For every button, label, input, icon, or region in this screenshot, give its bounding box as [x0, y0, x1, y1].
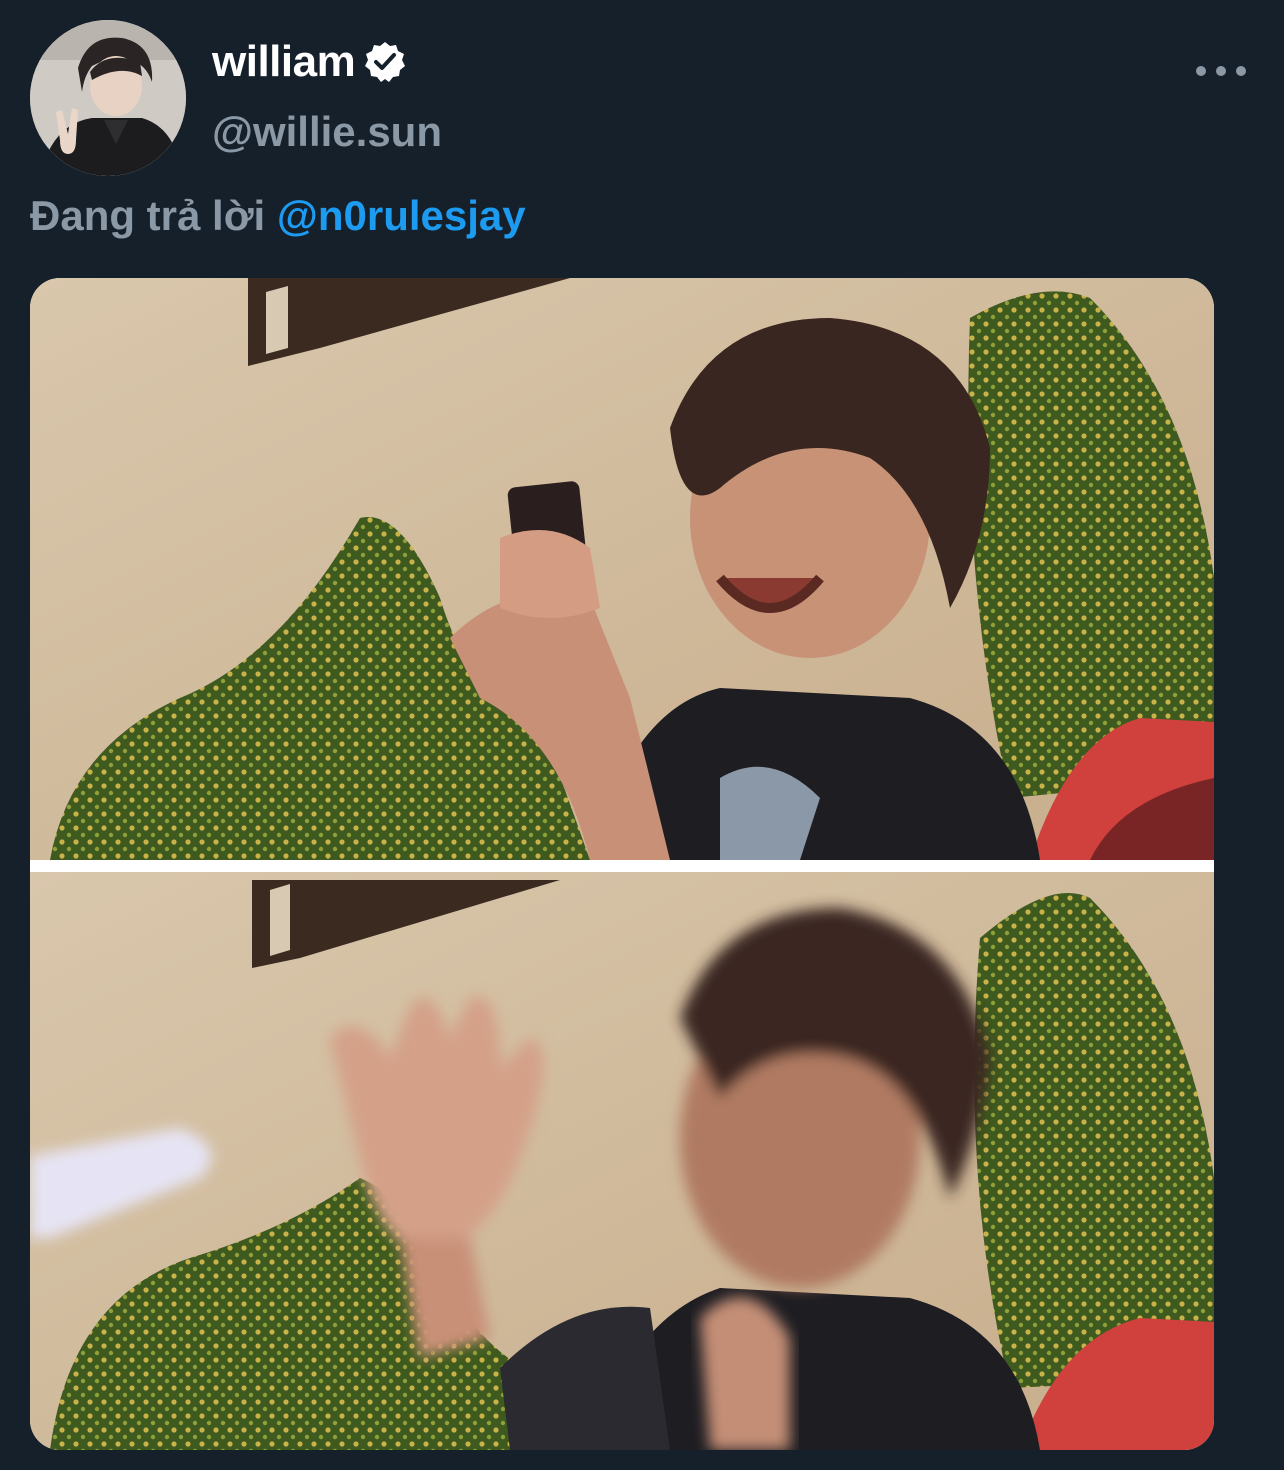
meme-illustration [30, 278, 1214, 1450]
meme-panel-top [30, 278, 1214, 860]
verified-badge-icon [365, 42, 406, 82]
meme-panel-divider [30, 860, 1214, 872]
avatar-image [30, 20, 186, 176]
tweet: william @willie.sun Đang trả lời @n0rule… [0, 0, 1284, 1470]
more-dot [1216, 66, 1226, 76]
replying-to-label: Đang trả lời [30, 192, 266, 239]
more-options-icon[interactable] [1196, 58, 1246, 84]
author-name-row[interactable]: william [212, 34, 407, 90]
more-dot [1236, 66, 1246, 76]
tweet-media-image[interactable] [30, 278, 1214, 1450]
reply-mention-link[interactable]: @n0rulesjay [277, 192, 526, 239]
meme-panel-bottom [30, 872, 1214, 1450]
replying-to-line: Đang trả lời @n0rulesjay [30, 192, 526, 240]
author-display-name[interactable]: william [212, 37, 356, 87]
avatar[interactable] [30, 20, 186, 176]
more-dot [1196, 66, 1206, 76]
author-handle[interactable]: @willie.sun [212, 108, 442, 156]
